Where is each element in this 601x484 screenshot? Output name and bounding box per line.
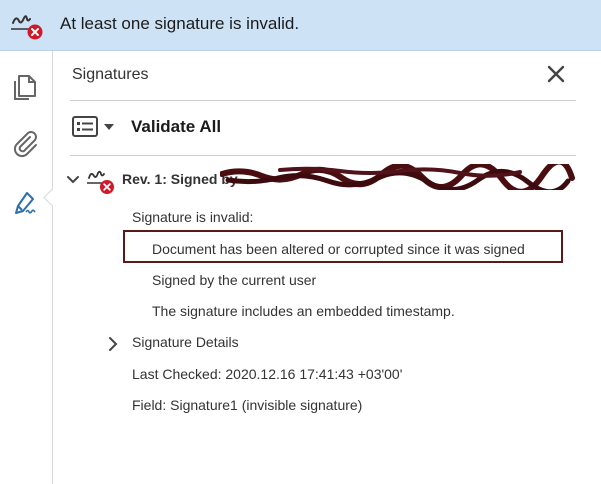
pages-icon [14,75,36,100]
redaction-scribble [220,164,575,190]
validate-all-button[interactable]: Validate All [131,117,221,137]
attachments-tool[interactable] [10,128,40,158]
left-toolbar [0,51,53,484]
signature-pen-icon [15,192,36,214]
signature-status-heading: Signature is invalid: [132,209,254,225]
detail-timestamp: The signature includes an embedded times… [152,303,455,319]
dropdown-caret-icon[interactable] [104,124,114,130]
banner-message: At least one signature is invalid. [60,14,300,33]
panel-title: Signatures [72,66,149,83]
chevron-right-icon[interactable] [108,336,118,352]
status-banner: At least one signature is invalid. [0,0,601,51]
signature-field: Field: Signature1 (invisible signature) [132,397,363,413]
close-icon [547,65,565,83]
invalid-signature-icon [87,170,114,194]
paperclip-icon [13,131,37,158]
options-list-icon[interactable] [72,116,100,138]
pages-tool[interactable] [10,72,40,102]
divider [70,100,576,101]
divider [70,155,576,156]
invalid-signature-icon [11,15,43,40]
signatures-tool[interactable] [10,188,40,218]
detail-altered: Document has been altered or corrupted s… [152,241,525,257]
chevron-down-icon[interactable] [66,175,80,185]
close-button[interactable] [545,63,567,85]
detail-signed-by-user: Signed by the current user [152,272,317,288]
last-checked: Last Checked: 2020.12.16 17:41:43 +03'00… [132,366,403,382]
signature-details-toggle[interactable]: Signature Details [132,334,239,350]
